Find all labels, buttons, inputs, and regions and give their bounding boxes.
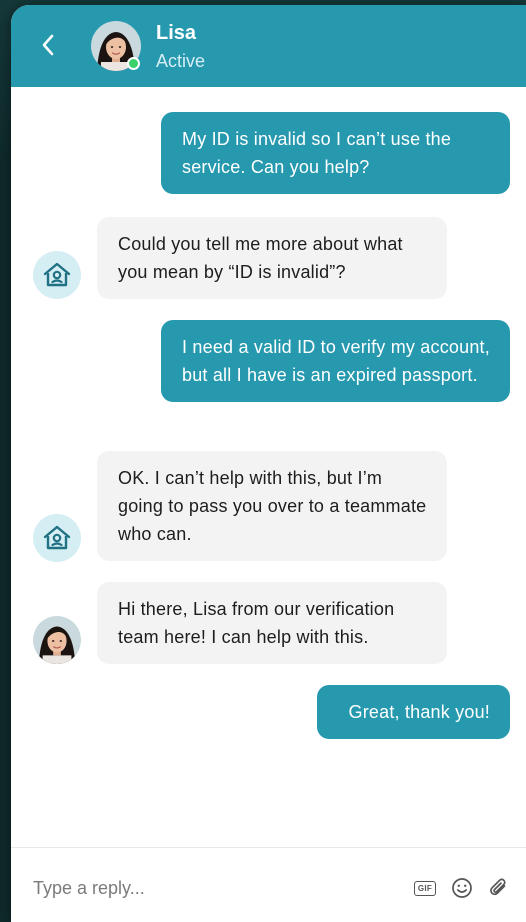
message-bubble-user: I need a valid ID to verify my account, … bbox=[161, 320, 510, 402]
back-button[interactable] bbox=[35, 30, 61, 60]
message-bubble-bot: Could you tell me more about what you me… bbox=[97, 217, 447, 299]
agent-avatar[interactable] bbox=[91, 21, 141, 71]
agent-name: Lisa bbox=[156, 22, 197, 44]
attach-button[interactable] bbox=[487, 876, 511, 900]
message-bubble-user: My ID is invalid so I can’t use the serv… bbox=[161, 112, 510, 194]
chat-window: Lisa Active My ID is invalid so I can’t … bbox=[11, 5, 526, 922]
message-bubble-user: Great, thank you! bbox=[317, 685, 510, 739]
composer-bar: GIF bbox=[11, 847, 526, 922]
paperclip-icon bbox=[490, 878, 506, 896]
bot-avatar bbox=[33, 251, 81, 299]
gif-button[interactable]: GIF bbox=[414, 881, 436, 896]
message-bubble-agent: Hi there, Lisa from our verification tea… bbox=[97, 582, 447, 664]
smile-icon bbox=[452, 878, 472, 898]
brand-house-icon bbox=[43, 525, 71, 550]
online-status-dot bbox=[127, 57, 140, 70]
brand-house-icon bbox=[43, 262, 71, 287]
bot-avatar bbox=[33, 514, 81, 562]
chat-header: Lisa Active bbox=[11, 5, 526, 87]
agent-status: Active bbox=[156, 51, 206, 71]
agent-message-avatar bbox=[33, 616, 81, 664]
emoji-button[interactable] bbox=[450, 876, 474, 900]
chevron-left-icon bbox=[42, 34, 54, 56]
message-bubble-bot: OK. I can’t help with this, but I’m goin… bbox=[97, 451, 447, 561]
reply-input[interactable] bbox=[33, 870, 393, 906]
